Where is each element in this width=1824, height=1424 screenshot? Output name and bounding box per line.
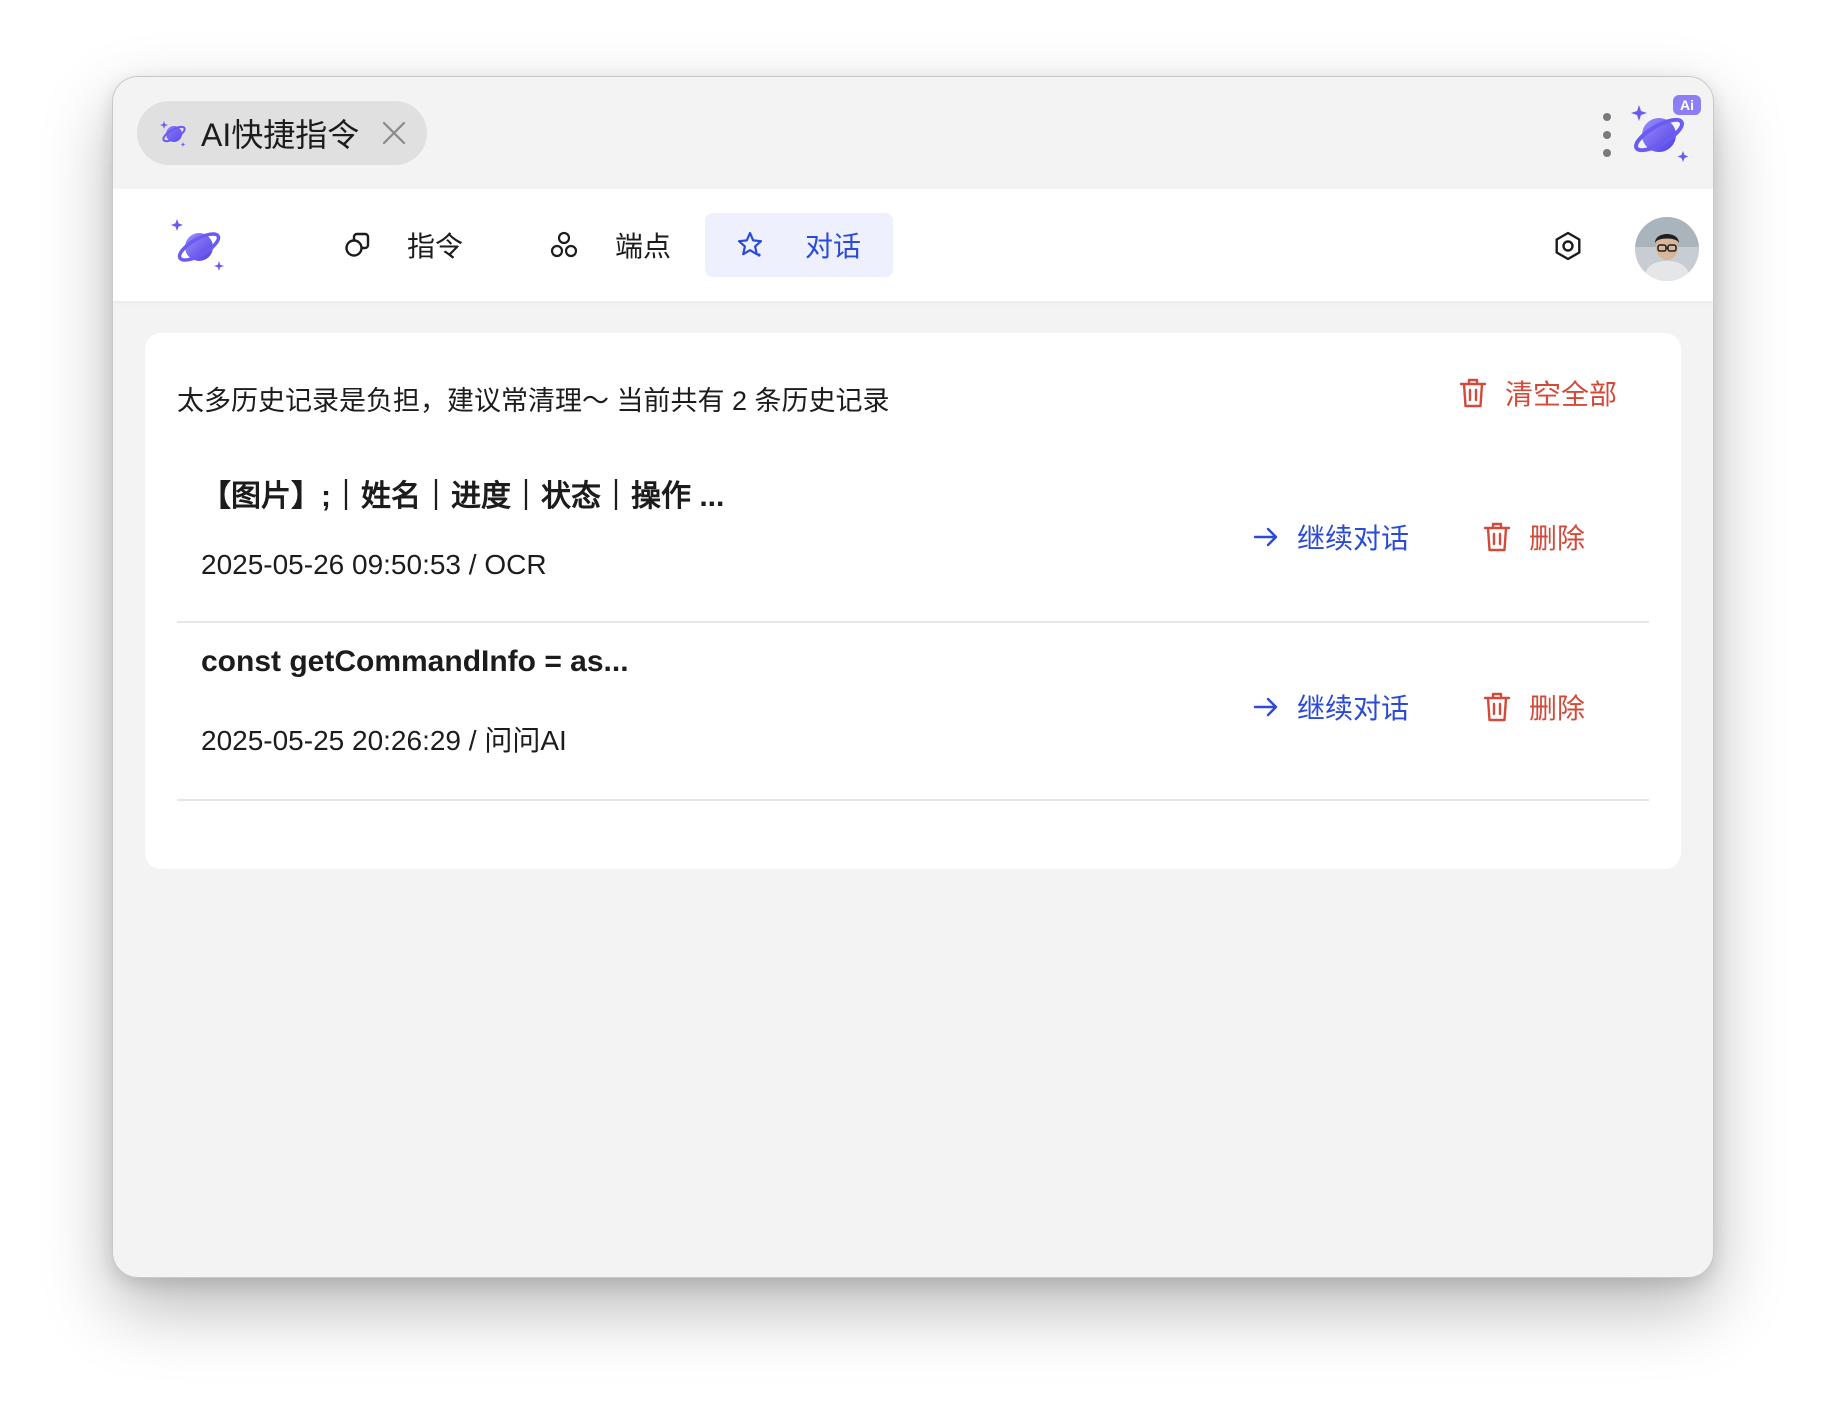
app-window: AI快捷指令 Ai 指令 端点 对话 太多历史记录是负担，建议常清理～ 当前共有…: [112, 76, 1714, 1278]
history-meta: 2025-05-26 09:50:53 / OCR: [201, 549, 547, 580]
delete-button[interactable]: 删除: [1483, 687, 1585, 727]
continue-chat-button[interactable]: 继续对话: [1253, 687, 1409, 727]
continue-chat-label: 继续对话: [1297, 693, 1410, 724]
close-icon[interactable]: [377, 116, 411, 150]
ai-badge-text: Ai: [1680, 97, 1694, 113]
nav-bar: 指令 端点 对话: [113, 189, 1713, 301]
nav-tab-chat-label: 对话: [805, 231, 862, 262]
ai-logo-icon[interactable]: Ai: [1629, 93, 1701, 167]
delete-button[interactable]: 删除: [1483, 517, 1585, 557]
continue-chat-label: 继续对话: [1297, 523, 1410, 554]
arrow-right-icon: [1253, 527, 1278, 547]
nav-tab-endpoints[interactable]: 端点: [533, 213, 733, 277]
history-card: 太多历史记录是负担，建议常清理～ 当前共有 2 条历史记录 清空全部 【图片】;…: [145, 333, 1681, 869]
trash-icon: [1483, 692, 1511, 722]
trash-icon: [1459, 378, 1487, 408]
star-chat-icon: [737, 231, 763, 257]
history-meta: 2025-05-25 20:26:29 / 问问AI: [201, 725, 567, 756]
clear-all-button[interactable]: 清空全部: [1459, 373, 1617, 413]
nav-tab-chat[interactable]: 对话: [705, 213, 893, 277]
nav-tab-endpoints-label: 端点: [615, 231, 672, 262]
history-title: const getCommandInfo = as...: [201, 645, 629, 678]
app-tab[interactable]: AI快捷指令: [137, 101, 428, 165]
arrow-right-icon: [1253, 697, 1278, 717]
history-header: 太多历史记录是负担，建议常清理～ 当前共有 2 条历史记录 清空全部: [177, 373, 1649, 421]
delete-label: 删除: [1529, 523, 1586, 554]
settings-icon[interactable]: [1553, 231, 1583, 261]
continue-chat-button[interactable]: 继续对话: [1253, 517, 1409, 557]
history-row: 【图片】;｜姓名｜进度｜状态｜操作 ... 2025-05-26 09:50:5…: [177, 445, 1649, 623]
history-summary: 太多历史记录是负担，建议常清理～ 当前共有 2 条历史记录: [177, 386, 890, 416]
title-bar: AI快捷指令 Ai: [113, 77, 1713, 189]
nodes-icon: [550, 231, 578, 258]
nav-tab-commands-label: 指令: [407, 231, 464, 262]
more-vertical-icon[interactable]: [1601, 111, 1613, 159]
nav-tab-commands[interactable]: 指令: [327, 213, 507, 277]
delete-label: 删除: [1529, 693, 1586, 724]
clear-all-label: 清空全部: [1504, 379, 1617, 410]
history-row: const getCommandInfo = as... 2025-05-25 …: [177, 623, 1649, 801]
app-tab-label: AI快捷指令: [201, 117, 360, 153]
command-shapes-icon: [345, 232, 370, 257]
ai-sparkle-planet-icon: [160, 121, 186, 147]
app-logo-icon: [171, 219, 224, 271]
avatar[interactable]: [1635, 217, 1699, 281]
history-title: 【图片】;｜姓名｜进度｜状态｜操作 ...: [201, 480, 725, 513]
trash-icon: [1483, 522, 1511, 552]
